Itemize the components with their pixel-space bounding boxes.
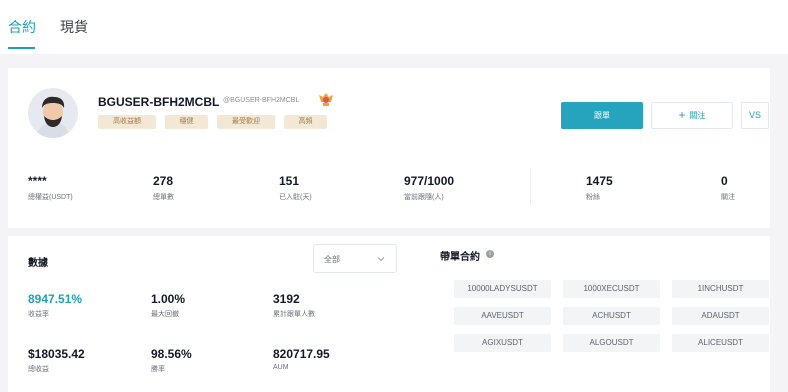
follow-label: 關注: [689, 111, 706, 120]
stat-followers-current-label: 當前跟隨(人): [404, 194, 444, 201]
stat-fans-value: 1475: [586, 174, 613, 188]
metric-win-rate-label: 勝率: [151, 366, 165, 373]
stat-followers-current-value: 977/1000: [404, 174, 455, 188]
data-card: 數據 全部 8947.51% 收益率 1.00% 最大回撤 3192 累計跟單人…: [8, 236, 770, 392]
metric-win-rate-value: 98.56%: [151, 347, 192, 361]
info-icon[interactable]: i: [486, 250, 494, 258]
top-tab-bar: 合約 現貨: [0, 0, 788, 54]
username: BGUSER-BFH2MCBL: [98, 95, 220, 109]
contract-pill[interactable]: 10000LADYSUSDT: [454, 280, 551, 298]
contract-pill[interactable]: 1000XECUSDT: [563, 280, 660, 298]
metric-roi-label: 收益率: [28, 311, 49, 318]
metric-total-profit-label: 總收益: [28, 366, 49, 373]
active-tab-indicator: [8, 47, 35, 49]
metric-total-profit-value: $18035.42: [28, 347, 85, 361]
period-select[interactable]: 全部: [313, 244, 397, 273]
contract-pill[interactable]: ACHUSDT: [563, 307, 660, 325]
tab-spot[interactable]: 現貨: [60, 17, 88, 37]
tag-most-popular: 最受歡迎: [217, 115, 275, 129]
stat-days-value: 151: [279, 174, 300, 188]
copy-trade-button[interactable]: 跟單: [561, 102, 643, 129]
contract-pill[interactable]: ALGOUSDT: [563, 334, 660, 352]
trophy-badge-icon: [319, 93, 333, 106]
metric-drawdown-value: 1.00%: [151, 292, 186, 306]
plus-icon: +: [678, 108, 686, 122]
contract-pill[interactable]: AAVEUSDT: [454, 307, 551, 325]
metric-drawdown-label: 最大回撤: [151, 311, 179, 318]
metric-copiers-value: 3192: [273, 292, 300, 306]
tag-high-profit: 高收益額: [98, 115, 156, 129]
avatar: [28, 88, 78, 138]
contract-pill[interactable]: ALICEUSDT: [672, 334, 769, 352]
contract-pill[interactable]: AGIXUSDT: [454, 334, 551, 352]
period-select-value: 全部: [324, 255, 340, 264]
tag-steady: 穩健: [165, 115, 208, 129]
follow-button[interactable]: + 關注: [651, 102, 733, 129]
stat-fans-label: 粉絲: [586, 194, 600, 201]
stat-following-value: 0: [721, 174, 728, 188]
stat-divider: [530, 168, 531, 204]
profile-card: BGUSER-BFH2MCBL @BGUSER-BFH2MCBL 高收益額 穩健…: [8, 68, 770, 228]
contract-pill[interactable]: 1INCHUSDT: [672, 280, 769, 298]
metric-copiers-label: 累計跟單人數: [273, 311, 315, 318]
contracts-title: 帶單合約: [440, 252, 480, 263]
metric-aum-label: AUM: [273, 364, 289, 371]
metric-aum-value: 820717.95: [273, 347, 330, 361]
contract-pill[interactable]: ADAUSDT: [672, 307, 769, 325]
avatar-illustration-icon: [36, 96, 70, 138]
metric-roi-value: 8947.51%: [28, 292, 83, 306]
stat-orders-value: 278: [153, 174, 174, 188]
compare-vs-button[interactable]: VS: [741, 102, 769, 129]
stat-days-label: 已入駐(天): [279, 194, 312, 201]
chevron-down-icon: [377, 257, 385, 262]
stat-following-label: 關注: [721, 194, 735, 201]
data-section-title: 數據: [28, 258, 48, 269]
stat-equity-label: 總權益(USDT): [28, 194, 73, 201]
tag-high-frequency: 高頻: [284, 115, 327, 129]
stat-equity-value: ****: [28, 174, 47, 188]
stat-orders-label: 總單數: [153, 194, 174, 201]
user-handle: @BGUSER-BFH2MCBL: [223, 97, 300, 104]
tab-contract[interactable]: 合約: [8, 17, 36, 37]
